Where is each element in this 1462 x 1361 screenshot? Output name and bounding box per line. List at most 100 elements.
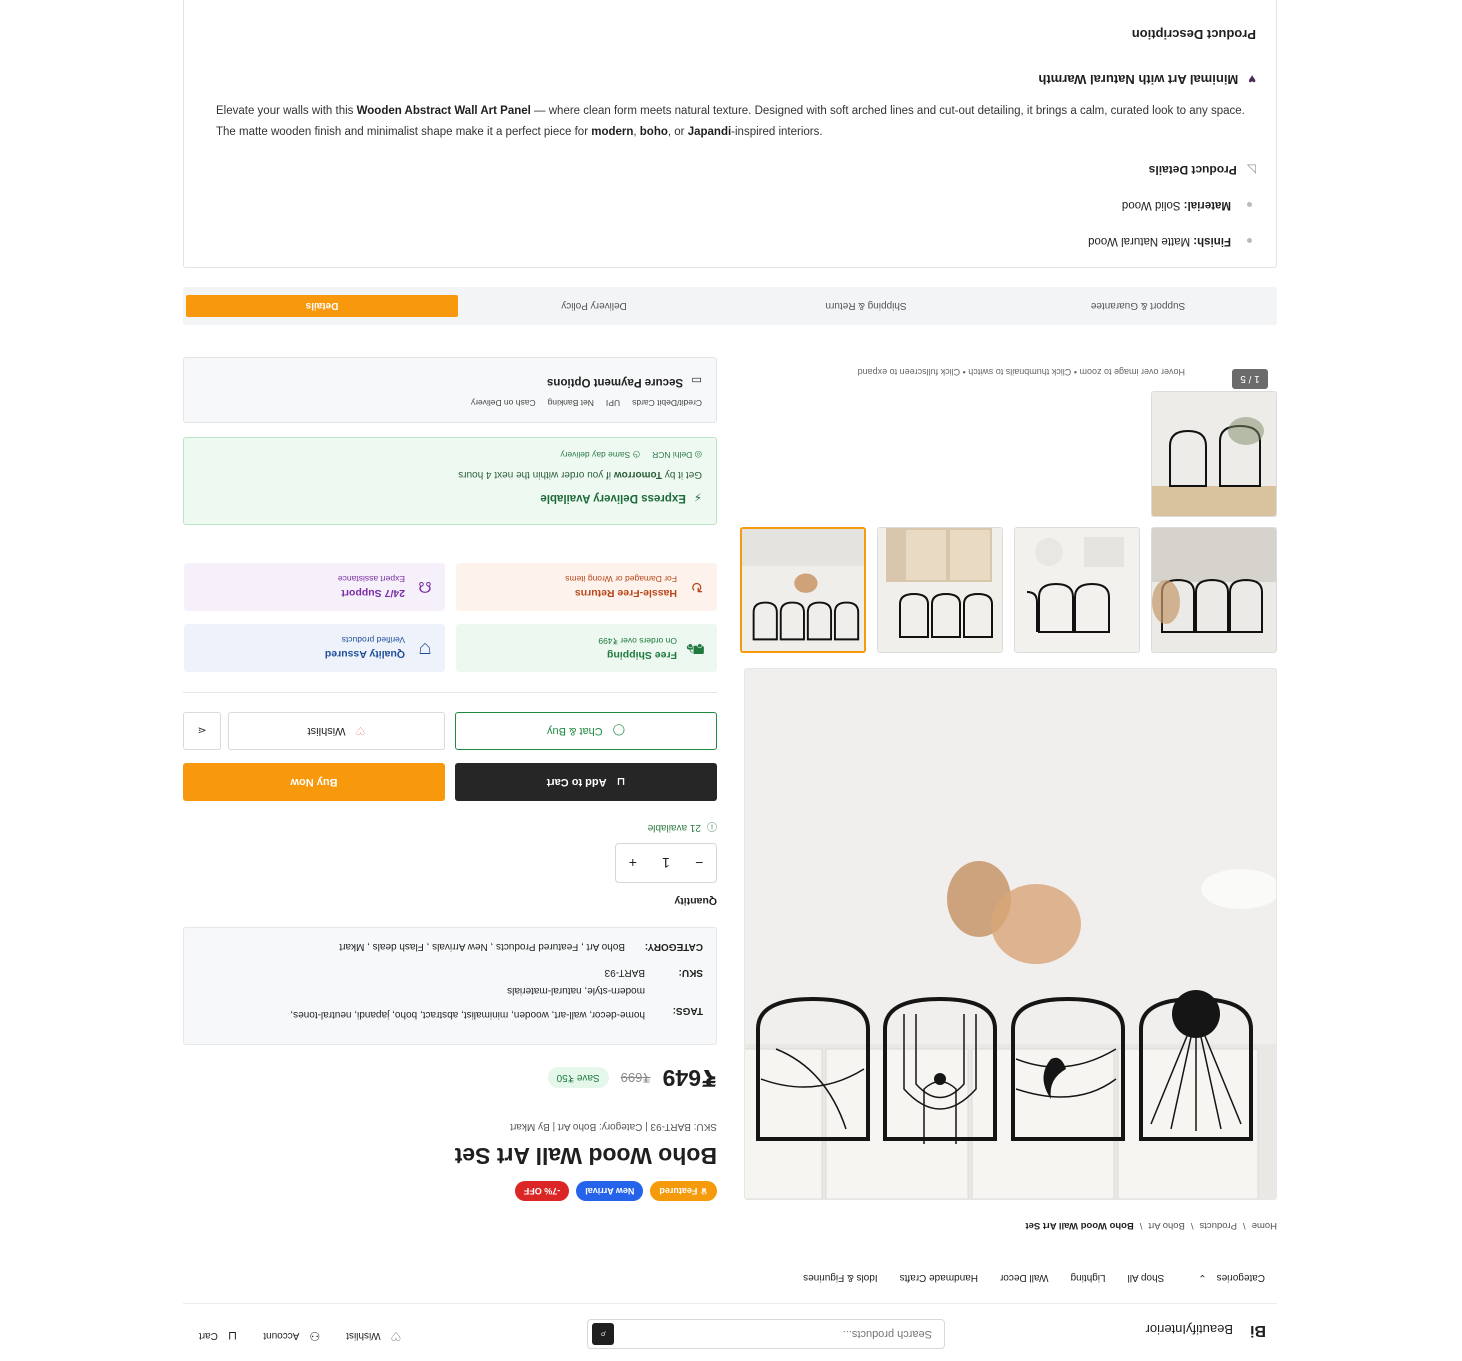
share-button[interactable]: ⋖	[183, 712, 221, 750]
product-meta: SKU: BART-93 | Category: Boho Art | By M…	[510, 1121, 717, 1132]
category-label: CATEGORY:	[644, 941, 703, 952]
nav-item-shop-all[interactable]: Shop All	[1128, 1272, 1165, 1283]
p-text-b: Wooden Abstract Wall Art Panel	[356, 105, 531, 117]
categories-dropdown[interactable]: Categories ⌄	[1198, 1272, 1265, 1283]
returns-title: Hassle-Free Returns	[574, 587, 677, 600]
thumbnail-2[interactable]	[877, 527, 1003, 653]
cart-icon: ⊔	[227, 1329, 238, 1343]
finish-text: Finish: Matte Natural Wood	[1088, 235, 1231, 247]
quantity-plus-button[interactable]: +	[629, 855, 637, 871]
bullet-dot	[1247, 202, 1252, 208]
breadcrumb-products[interactable]: Products	[1200, 1220, 1238, 1231]
product-title: Boho Wood Wall Art Set	[454, 1143, 717, 1169]
wishlist-label: Wishlist	[346, 1330, 381, 1342]
sku-label: SKU:	[678, 967, 703, 978]
nav-item-handmade-crafts[interactable]: Handmade Crafts	[900, 1272, 978, 1283]
quantity-value[interactable]: 1	[662, 855, 670, 871]
payment-option-upi: UPI	[605, 398, 621, 408]
buy-now-button[interactable]: Buy Now	[183, 763, 445, 801]
new-arrival-badge: New Arrival	[576, 1181, 644, 1201]
price-row: ₹649 ₹699 Save ₹50	[547, 1064, 717, 1091]
p-text-g: , or	[667, 126, 688, 138]
wishlist-button[interactable]: ♡ Wishlist	[228, 712, 445, 750]
support-card: ☊ 24/7 Support Expert assistance	[184, 563, 445, 611]
tags-line-2: modern-style, natural-materials	[507, 985, 645, 996]
bullet-finish: Finish: Matte Natural Wood	[204, 235, 1256, 247]
tab-delivery[interactable]: Delivery Policy	[458, 295, 730, 317]
finish-value: Matte Natural Wood	[1088, 235, 1194, 247]
tab-details[interactable]: Details	[186, 295, 458, 317]
gallery-hint: Hover over image to zoom • Click thumbna…	[857, 367, 1185, 377]
header-divider	[183, 1303, 1277, 1304]
user-icon: ⚇	[309, 1329, 321, 1343]
express-subtitle: Get it by Tomorrow if you order within t…	[458, 469, 702, 480]
express-title-text: Express Delivery Available	[540, 492, 686, 504]
thumbnail-3[interactable]	[1014, 527, 1140, 653]
thumbnail-4[interactable]	[1151, 527, 1277, 653]
chat-buy-label: Chat & Buy	[547, 725, 603, 737]
thumbnail-5[interactable]	[1151, 391, 1277, 517]
quantity-minus-button[interactable]: −	[695, 855, 703, 871]
express-day: Tomorrow	[613, 469, 662, 480]
bullet-dot	[1247, 238, 1252, 244]
chat-buy-button[interactable]: ◯ Chat & Buy	[455, 712, 717, 750]
main-product-image[interactable]	[744, 668, 1277, 1200]
search-button[interactable]: ⌕	[592, 1323, 614, 1345]
p-text-h: Japandi	[687, 126, 732, 138]
heart-icon: ♡	[355, 724, 366, 737]
logo-text[interactable]: BeautifyInterior	[1146, 1323, 1233, 1338]
free-shipping-title: Free Shipping	[606, 649, 677, 661]
breadcrumb-home[interactable]: Home	[1252, 1220, 1277, 1231]
bolt-icon: ⚡	[693, 490, 702, 502]
free-shipping-sub: On orders over ₹499	[598, 636, 677, 646]
tab-support[interactable]: Support & Guarantee	[1002, 295, 1274, 317]
tags-label: TAGS:	[672, 1005, 703, 1016]
tab-shipping[interactable]: Shipping & Return	[730, 295, 1002, 317]
header-links: ♡ Wishlist ⚇ Account ⊔ Cart	[199, 1329, 401, 1343]
search-input[interactable]	[614, 1328, 944, 1340]
breadcrumb-separator: \	[1190, 1220, 1194, 1231]
description-panel: Finish: Matte Natural Wood Material: Sol…	[183, 0, 1277, 268]
category-value[interactable]: Boho Art , Featured Products , New Arriv…	[339, 941, 625, 952]
same-day-tag: ◷ Same day delivery	[560, 449, 640, 460]
cart-icon: ⊔	[616, 775, 626, 788]
p-text-a: Elevate your walls with this	[216, 105, 357, 117]
product-tabs: Support & Guarantee Shipping & Return De…	[183, 287, 1277, 325]
availability-text: 21 available	[647, 822, 701, 833]
nav-item-lighting[interactable]: Lighting	[1071, 1272, 1106, 1283]
section-divider	[183, 692, 717, 693]
heart-icon: ♥	[1248, 72, 1256, 87]
payment-options-box: Credit/Debit Cards UPI Net Banking Cash …	[183, 357, 717, 423]
triangle-ruler-icon: ◺	[1246, 163, 1256, 177]
sub-heading: ♥ Minimal Art with Natural Warmth	[204, 72, 1256, 87]
search-icon: ⌕	[599, 1328, 607, 1341]
product-info-box: TAGS: home-decor, wall-art, wooden, mini…	[183, 927, 717, 1045]
details-heading: ◺ Product Details	[204, 163, 1256, 177]
image-counter: 1 / 5	[1232, 369, 1268, 389]
nav-item-wall-decor[interactable]: Wall Decor	[1000, 1272, 1049, 1283]
breadcrumb-category[interactable]: Boho Art	[1148, 1220, 1184, 1231]
share-icon: ⋖	[197, 724, 207, 737]
account-link[interactable]: ⚇ Account	[263, 1329, 320, 1343]
thumbnail-1-active[interactable]	[740, 527, 866, 653]
payment-option-cards: Credit/Debit Cards	[632, 398, 702, 408]
description-paragraph: Elevate your walls with this Wooden Abst…	[216, 101, 1256, 143]
search-bar: ⌕	[587, 1319, 945, 1349]
add-to-cart-button[interactable]: ⊔ Add to Cart	[455, 763, 717, 801]
add-to-cart-label: Add to Cart	[546, 776, 607, 788]
logo-mark[interactable]: Bi	[1247, 1319, 1269, 1341]
discount-badge: -7% OFF	[514, 1181, 570, 1201]
chevron-down-icon: ⌄	[1198, 1272, 1207, 1283]
bullet-material: Material: Solid Wood	[204, 199, 1256, 211]
wishlist-link[interactable]: ♡ Wishlist	[346, 1329, 401, 1343]
categories-label: Categories	[1216, 1272, 1265, 1283]
quality-title: Quality Assured	[324, 648, 405, 661]
nav-item-idols-figurines[interactable]: Idols & Figurines	[803, 1272, 877, 1283]
site-header: Bi BeautifyInterior ⌕ ♡ Wishlist ⚇ Account…	[183, 1307, 1277, 1353]
cart-link[interactable]: ⊔ Cart	[199, 1329, 237, 1343]
express-post: if you order within the next 4 hours	[458, 469, 614, 480]
finish-label: Finish:	[1193, 235, 1231, 247]
returns-card: ↻ Hassle-Free Returns For Damaged or Wron…	[456, 563, 717, 611]
payment-option-cod: Cash on Delivery	[470, 398, 536, 408]
heart-icon: ♡	[390, 1329, 402, 1343]
